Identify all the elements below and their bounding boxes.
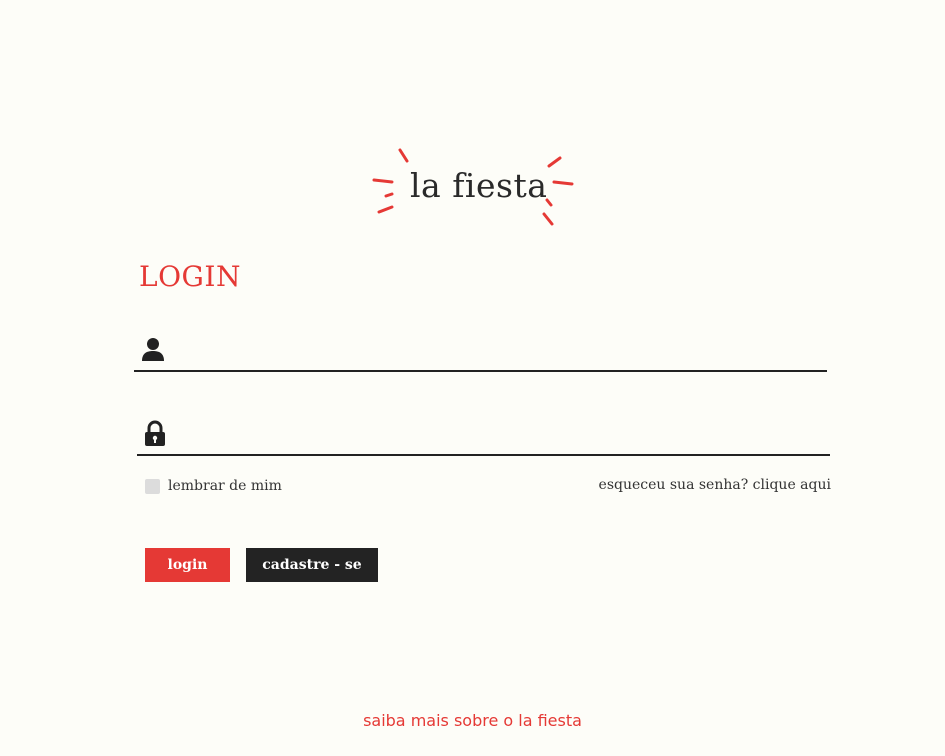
username-field xyxy=(134,330,827,372)
about-link[interactable]: saiba mais sobre o la fiesta xyxy=(0,711,945,730)
remember-label: lembrar de mim xyxy=(168,478,282,494)
page-title: LOGIN xyxy=(139,260,241,293)
brand-name: la fiesta xyxy=(410,166,548,205)
login-button[interactable]: login xyxy=(145,548,230,582)
username-input[interactable] xyxy=(178,336,822,366)
user-icon xyxy=(140,336,166,366)
brand-logo: la fiesta xyxy=(370,146,580,232)
signup-button[interactable]: cadastre - se xyxy=(246,548,378,582)
password-input[interactable] xyxy=(181,420,825,450)
password-field xyxy=(137,414,830,456)
remember-me[interactable]: lembrar de mim xyxy=(145,476,282,496)
forgot-password-link[interactable]: esqueceu sua senha? clique aqui xyxy=(599,477,831,493)
lock-icon xyxy=(143,420,167,452)
remember-checkbox[interactable] xyxy=(145,478,160,494)
